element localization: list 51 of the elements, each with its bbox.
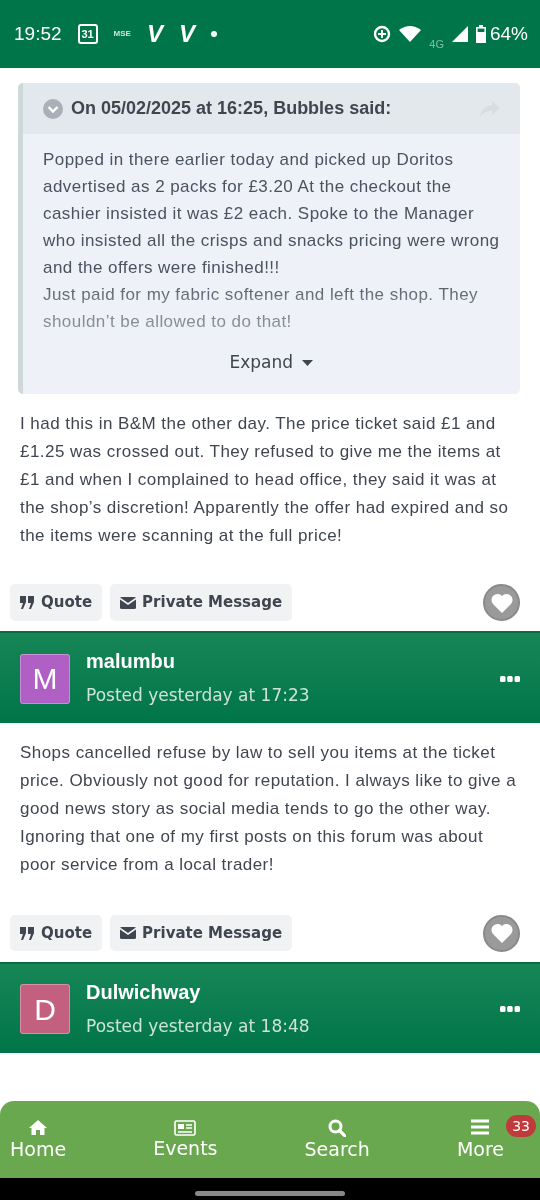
- collapse-icon[interactable]: [43, 98, 63, 119]
- notification-count: 33: [506, 1114, 536, 1137]
- ellipsis-icon: [500, 675, 520, 682]
- heart-icon: [490, 592, 513, 613]
- post-text: Shops cancelled refuse by law to sell you items at the ticket price. Obviously not good for reputation. I always like to give a good news story as social media tends to go the other way. Ignoring that one of my first posts on this forum was about poor service from a local trader!: [19, 741, 518, 876]
- search-icon: [328, 1118, 347, 1137]
- network-type: 4G: [429, 36, 444, 52]
- battery-percent: 64%: [489, 21, 528, 46]
- more-options-button[interactable]: [500, 1006, 520, 1013]
- expand-button[interactable]: Expand: [221, 345, 322, 380]
- avatar[interactable]: M: [20, 653, 70, 704]
- caret-icon: [302, 359, 314, 367]
- private-message-button[interactable]: Private Message: [110, 914, 293, 952]
- wifi-icon: [399, 26, 422, 42]
- data-saver-icon: [373, 25, 392, 43]
- nav-tab[interactable]: Events: [153, 1119, 218, 1160]
- like-button[interactable]: [483, 914, 520, 952]
- post-text: I had this in B&M the other day. The price ticket said £1 and £1.25 was crossed out. They refused to give me the items at £1 and when I complained to head office, they said it was at the shop’s discretion! Apparently the offer had expired and so the items were scanning at the full price!: [19, 413, 510, 547]
- signal-icon: [451, 26, 468, 42]
- quote-icon: [20, 926, 35, 940]
- menu-icon: [471, 1118, 490, 1137]
- battery-icon: [475, 25, 486, 43]
- quote-button[interactable]: Quote: [10, 584, 103, 621]
- author-name[interactable]: Dulwichway: [86, 979, 310, 1004]
- quote-attribution: On 05/02/2025 at 16:25, Bubbles said:: [71, 97, 392, 120]
- post-time: Posted yesterday at 18:48: [86, 1014, 310, 1038]
- heart-icon: [490, 923, 513, 943]
- author-name[interactable]: malumbu: [86, 649, 310, 673]
- envelope-icon: [120, 596, 137, 609]
- calendar-icon: 31: [77, 24, 98, 44]
- more-options-button[interactable]: [500, 675, 520, 682]
- avatar[interactable]: D: [20, 984, 70, 1035]
- quote-text: Popped in there earlier today and picked up Doritos advertised as 2 packs for £3.20 At the checkout the cashier insisted it was £2 each. Spoke to the Manager who insisted all the crisps and snacks pricing were wrong and the offers were finished!!!: [43, 149, 500, 279]
- quote-text: Just paid for my fabric softener and left the shop. They shouldn’t be allowed to do that!: [43, 284, 479, 333]
- ellipsis-icon: [500, 1006, 520, 1013]
- home-icon: [29, 1118, 48, 1137]
- clock-time: 19:52: [14, 21, 62, 46]
- dot-icon: [210, 31, 217, 37]
- private-message-button[interactable]: Private Message: [110, 584, 293, 621]
- quote-icon: [20, 596, 35, 609]
- like-button[interactable]: [483, 584, 520, 621]
- notification-label: MSE: [113, 28, 131, 40]
- home-indicator[interactable]: [195, 1190, 345, 1196]
- quote-button[interactable]: Quote: [10, 914, 103, 952]
- nav-tab[interactable]: Home: [10, 1118, 67, 1161]
- envelope-icon: [120, 927, 137, 939]
- notification-icon: V: [178, 16, 195, 52]
- newspaper-icon: [174, 1119, 197, 1136]
- post-time: Posted yesterday at 17:23: [86, 684, 310, 707]
- nav-tab[interactable]: Search: [304, 1118, 370, 1161]
- notification-icon: V: [146, 16, 163, 52]
